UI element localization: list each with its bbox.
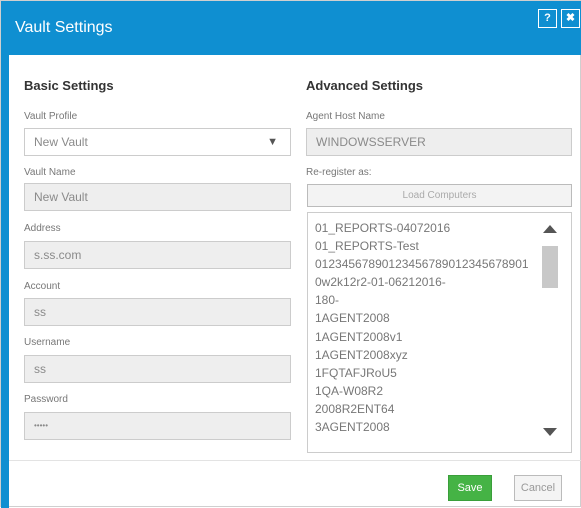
basic-settings-heading: Basic Settings [24, 78, 114, 93]
computer-list-items: 01_REPORTS-04072016 01_REPORTS-Test 012345… [315, 219, 543, 436]
dialog-title: Vault Settings [15, 19, 113, 36]
list-item[interactable]: 1AGENT2008v1 [315, 328, 543, 346]
save-button[interactable]: Save [448, 475, 492, 501]
left-accent-bar [1, 55, 9, 508]
scrollbar-thumb[interactable] [542, 246, 558, 288]
address-field[interactable]: s.ss.com [24, 241, 291, 269]
help-button[interactable]: ? [538, 9, 557, 28]
vault-name-field[interactable]: New Vault [24, 183, 291, 211]
list-item[interactable]: 1QA-W08R2 [315, 382, 543, 400]
vault-profile-label: Vault Profile [24, 111, 78, 122]
list-item[interactable]: 2008R2ENT64 [315, 400, 543, 418]
reregister-label: Re-register as: [306, 167, 372, 178]
list-item[interactable]: 01_REPORTS-04072016 [315, 219, 543, 237]
list-item[interactable]: 1FQTAFJRoU5 [315, 364, 543, 382]
list-item[interactable]: 01_REPORTS-Test [315, 237, 543, 255]
vault-profile-value: New Vault [34, 135, 88, 149]
vault-name-label: Vault Name [24, 167, 76, 178]
advanced-settings-heading: Advanced Settings [306, 78, 424, 93]
list-item[interactable]: 3AGENT2008 [315, 418, 543, 436]
list-item[interactable]: 180- [315, 291, 543, 309]
password-field[interactable]: ••••• [24, 412, 291, 440]
close-button[interactable]: ✖ [561, 9, 580, 28]
dropdown-arrow-icon: ▼ [267, 136, 278, 148]
list-item[interactable]: 1AGENT2008xyz [315, 346, 543, 364]
username-label: Username [24, 337, 71, 348]
address-label: Address [24, 223, 61, 234]
list-item[interactable]: 0w2k12r2-01-06212016- [315, 273, 543, 291]
load-computers-button[interactable]: Load Computers [307, 184, 572, 207]
computer-list[interactable]: 01_REPORTS-04072016 01_REPORTS-Test 012345… [307, 212, 572, 453]
account-label: Account [24, 281, 61, 292]
scroll-down-icon[interactable] [543, 428, 557, 436]
list-item[interactable]: 01234567890123456789012345678901 [315, 255, 543, 273]
agent-host-field: WINDOWSSERVER [306, 128, 572, 156]
title-bar: Vault Settings ? ✖ [1, 1, 581, 55]
scroll-up-icon[interactable] [543, 225, 557, 233]
vault-profile-select[interactable]: New Vault ▼ [24, 128, 291, 156]
footer-divider [9, 460, 581, 461]
username-field[interactable]: ss [24, 355, 291, 383]
vault-settings-dialog: Vault Settings ? ✖ Basic Settings Vault … [0, 0, 581, 508]
agent-host-label: Agent Host Name [306, 111, 385, 122]
password-label: Password [24, 394, 68, 405]
account-field[interactable]: ss [24, 298, 291, 326]
cancel-button[interactable]: Cancel [514, 475, 562, 501]
list-item[interactable]: 1AGENT2008 [315, 309, 543, 327]
